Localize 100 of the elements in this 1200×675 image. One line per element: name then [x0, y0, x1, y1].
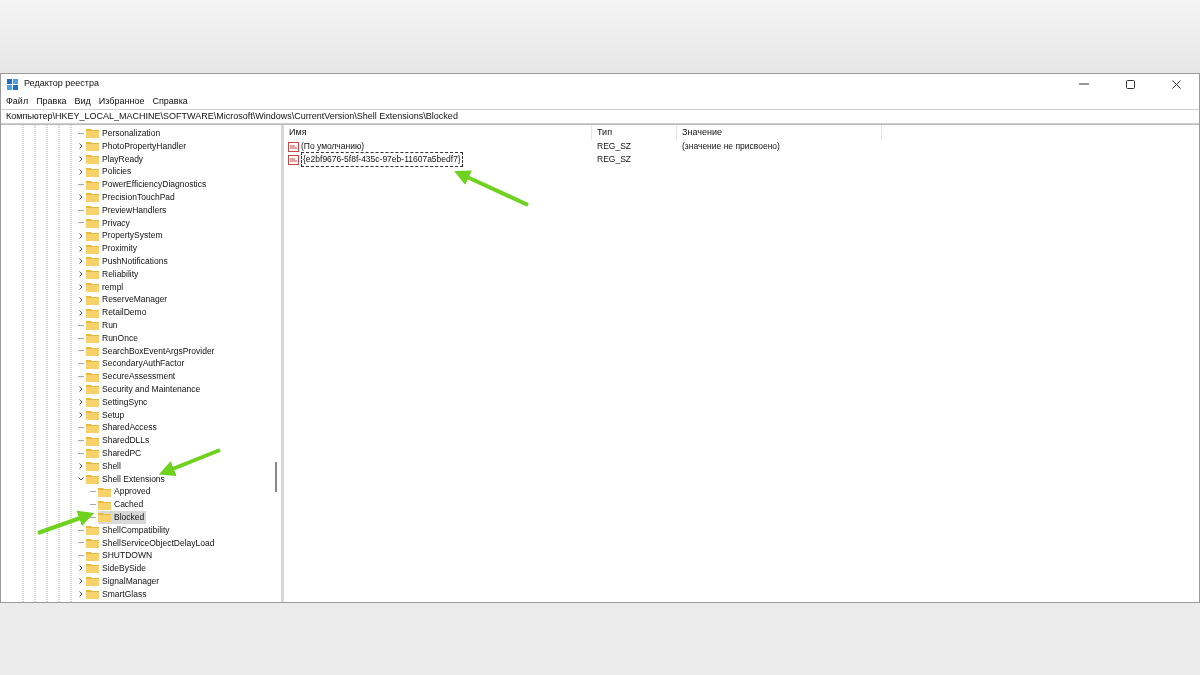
menu-item[interactable]: Справка	[152, 94, 188, 109]
folder-icon	[86, 525, 99, 536]
tree-item[interactable]: SmartGlass	[102, 587, 147, 601]
name-edit-field[interactable]: {e2bf9676-5f8f-435c-97eb-11607a5bedf7}	[301, 152, 463, 167]
expand-chevron-icon[interactable]	[79, 296, 83, 303]
tree-item[interactable]: ReserveManager	[102, 293, 168, 307]
folder-icon	[86, 435, 99, 446]
expand-chevron-icon[interactable]	[79, 591, 83, 598]
string-value-icon	[288, 154, 299, 165]
expand-chevron-icon[interactable]	[79, 271, 83, 278]
folder-icon	[86, 217, 99, 228]
tree-item[interactable]: Setup	[102, 408, 125, 422]
menu-item[interactable]: Файл	[6, 94, 29, 109]
maximize-icon	[1125, 79, 1135, 89]
folder-icon	[86, 448, 99, 459]
expand-chevron-icon[interactable]	[79, 565, 83, 572]
expand-chevron-icon[interactable]	[79, 258, 83, 265]
expand-chevron-icon[interactable]	[79, 578, 83, 585]
folder-icon	[86, 409, 99, 420]
folder-icon	[86, 537, 99, 548]
tree-item[interactable]: SharedDLLs	[102, 434, 150, 447]
minimize-icon	[1079, 83, 1089, 85]
tree-item[interactable]: PowerEfficiencyDiagnostics	[102, 178, 207, 191]
pointer-arrow	[158, 448, 221, 476]
tree-item[interactable]: PlayReady	[102, 152, 144, 166]
tree-item[interactable]: PhotoPropertyHandler	[102, 139, 187, 153]
folder-icon	[86, 320, 99, 331]
expand-chevron-icon[interactable]	[79, 156, 83, 162]
folder-icon	[86, 281, 99, 292]
value-type: REG_SZ	[597, 154, 631, 165]
value-data: (значение не присвоено)	[681, 140, 780, 153]
tree-item[interactable]: SettingSync	[102, 395, 148, 409]
pointer-arrow	[37, 510, 95, 535]
menu-item[interactable]: Правка	[36, 94, 67, 109]
expand-chevron-icon[interactable]	[79, 245, 83, 252]
tree-item[interactable]: SignalManager	[102, 574, 160, 588]
expand-chevron-icon[interactable]	[79, 143, 83, 150]
tree-item[interactable]: PreviewHandlers	[102, 203, 167, 217]
tree-item[interactable]: SearchBoxEventArgsProvider	[102, 344, 215, 358]
folder-icon	[86, 128, 99, 139]
column-header[interactable]: Тип	[592, 125, 677, 140]
folder-icon	[86, 550, 99, 561]
folder-icon	[86, 166, 99, 177]
tree-item[interactable]: ShellServiceObjectDelayLoad	[102, 536, 215, 550]
folder-icon	[86, 563, 99, 574]
folder-icon	[86, 192, 99, 203]
tree-item[interactable]: Shell Extensions	[102, 472, 165, 486]
tree-item[interactable]: SHUTDOWN	[102, 549, 153, 563]
tree-item[interactable]: Personalization	[102, 127, 161, 140]
tree-item[interactable]: Policies	[102, 165, 132, 179]
tree-item[interactable]: Run	[102, 318, 118, 332]
tree-item[interactable]: PrecisionTouchPad	[102, 191, 175, 204]
tree-item[interactable]: Reliability	[102, 267, 139, 281]
tree-item[interactable]: SharedAccess	[102, 421, 157, 435]
expand-chevron-icon[interactable]	[79, 463, 83, 470]
tree-item[interactable]: PushNotifications	[102, 255, 168, 268]
scrollbar-thumb[interactable]	[275, 462, 277, 492]
tree-item[interactable]: Cached	[114, 498, 144, 511]
tree-item[interactable]: Security and Maintenance	[102, 382, 201, 396]
folder-icon	[86, 422, 99, 433]
expand-chevron-icon[interactable]	[79, 399, 83, 406]
folder-icon	[86, 230, 99, 241]
expand-chevron-icon[interactable]	[79, 386, 83, 393]
column-header[interactable]: Имя	[284, 125, 592, 140]
expand-chevron-icon[interactable]	[79, 411, 83, 418]
tree-item[interactable]: Proximity	[102, 242, 137, 255]
expand-chevron-icon[interactable]	[79, 283, 83, 290]
menu-item[interactable]: Вид	[74, 94, 91, 109]
collapse-chevron-icon[interactable]	[78, 476, 84, 481]
tree-item[interactable]: RunOnce	[102, 331, 138, 345]
folder-icon	[98, 486, 111, 497]
tree-item[interactable]: SecondaryAuthFactor	[102, 357, 185, 371]
expand-chevron-icon[interactable]	[79, 232, 83, 239]
tree-item[interactable]: SideBySide	[102, 562, 146, 575]
tree-item[interactable]: PropertySystem	[102, 229, 163, 243]
expand-chevron-icon[interactable]	[79, 168, 83, 175]
menu-item[interactable]: Избранное	[98, 94, 145, 109]
tree-item[interactable]: Privacy	[102, 216, 130, 230]
folder-icon	[98, 512, 111, 523]
expand-chevron-icon[interactable]	[79, 309, 83, 316]
expand-chevron-icon[interactable]	[79, 194, 83, 201]
folder-icon	[86, 576, 99, 587]
tree-item[interactable]: Approved	[114, 485, 151, 499]
string-value-icon	[288, 141, 299, 152]
folder-icon	[86, 358, 99, 369]
address-bar[interactable]: Компьютер\HKEY_LOCAL_MACHINE\SOFTWARE\Microsoft\Windows\CurrentVersion\Shell Extensions\Blocked	[1, 109, 1199, 124]
column-header[interactable]: Значение	[677, 125, 882, 140]
folder-icon	[86, 307, 99, 318]
folder-icon	[86, 397, 99, 408]
folder-icon	[86, 205, 99, 216]
tree-item[interactable]: Shell	[102, 459, 121, 473]
tree-item[interactable]: SecureAssessment	[102, 370, 176, 383]
tree-item[interactable]: SharedPC	[102, 446, 142, 460]
folder-icon	[86, 179, 99, 190]
tree-item[interactable]: rempl	[102, 280, 124, 294]
tree-item[interactable]: ShellCompatibility	[102, 523, 170, 537]
folder-icon	[86, 371, 99, 382]
tree-item[interactable]: RetailDemo	[102, 306, 147, 319]
folder-icon	[86, 384, 99, 395]
folder-icon	[86, 345, 99, 356]
